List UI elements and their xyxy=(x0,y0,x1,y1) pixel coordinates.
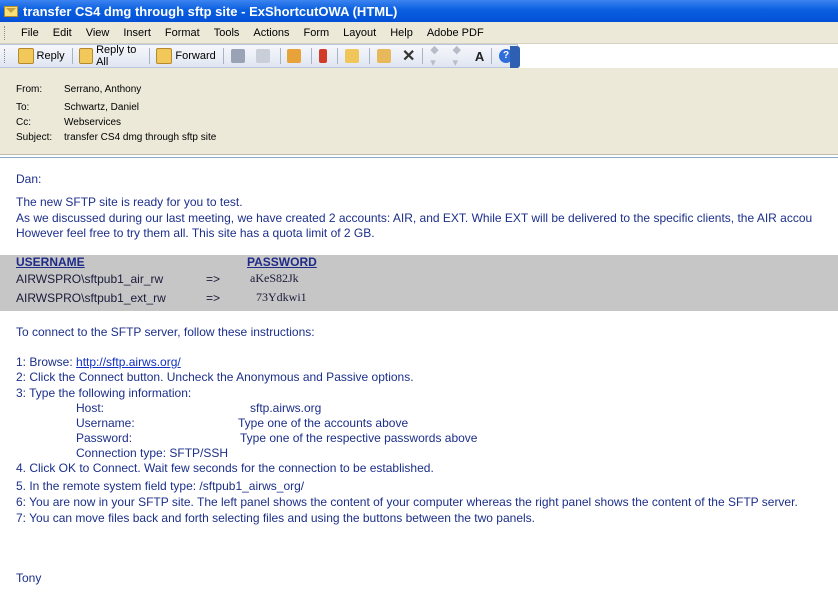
menu-format[interactable]: Format xyxy=(158,27,207,39)
reply-label: Reply xyxy=(36,50,65,62)
username-column-header: USERNAME xyxy=(16,255,85,269)
password-label: Password: xyxy=(76,431,133,445)
connect-intro: To connect to the SFTP server, follow th… xyxy=(16,325,315,339)
menu-actions[interactable]: Actions xyxy=(246,27,296,39)
menu-adobe-pdf[interactable]: Adobe PDF xyxy=(420,27,491,39)
folder-icon xyxy=(345,49,360,63)
menu-insert[interactable]: Insert xyxy=(116,27,158,39)
printer-icon xyxy=(230,49,245,63)
credential-arrow: => xyxy=(206,291,221,305)
to-label: To: xyxy=(16,102,30,113)
username-label: Username: xyxy=(76,416,135,430)
forward-label: Forward xyxy=(175,50,216,62)
window-titlebar: transfer CS4 dmg through sftp site - ExS… xyxy=(0,0,838,22)
font-size-button[interactable]: A xyxy=(471,46,488,66)
cc-label: Cc: xyxy=(16,117,31,128)
red-flag-icon xyxy=(319,49,328,63)
body-paragraph-1: The new SFTP site is ready for you to te… xyxy=(16,195,243,209)
step-2: 2: Click the Connect button. Uncheck the… xyxy=(16,370,414,384)
menu-form[interactable]: Form xyxy=(296,27,336,39)
credential-username: AIRWSPRO\sftpub1_ext_rw xyxy=(16,291,166,305)
from-label: From: xyxy=(16,84,43,95)
up-arrow-icon: ◆ ▾ xyxy=(430,44,439,69)
menu-tools[interactable]: Tools xyxy=(207,27,247,39)
step-1-text: 1: Browse: xyxy=(16,355,77,369)
toolbar-separator xyxy=(279,48,281,64)
delete-x-icon: ✕ xyxy=(401,48,416,65)
credential-password: 73Ydkwi1 xyxy=(256,290,307,304)
reply-icon xyxy=(17,48,34,64)
toolbar-separator xyxy=(222,48,224,64)
follow-up-button[interactable] xyxy=(315,46,334,66)
step-5: 5. In the remote system field type: /sft… xyxy=(16,479,305,493)
move-button[interactable] xyxy=(341,46,366,66)
credential-arrow: => xyxy=(206,272,221,286)
credentials-table: USERNAME PASSWORD AIRWSPRO\sftpub1_air_r… xyxy=(0,255,838,311)
step-4: 4. Click OK to Connect. Wait few seconds… xyxy=(16,461,434,475)
menu-layout[interactable]: Layout xyxy=(336,27,383,39)
forward-button[interactable]: Forward xyxy=(152,46,219,66)
toolbar-separator xyxy=(148,48,150,64)
reply-button[interactable]: Reply xyxy=(14,46,69,66)
body-paragraph-3: However feel free to try them all. This … xyxy=(16,226,375,240)
standard-toolbar: Reply Reply to All Forward ✕ ◆ ▾ ◆ ▾ A ? xyxy=(0,44,518,69)
credential-username: AIRWSPRO\sftpub1_air_rw xyxy=(16,272,164,286)
sftp-link[interactable]: http://sftp.airws.org/ xyxy=(76,355,181,369)
copy-button[interactable] xyxy=(252,46,277,66)
step-6: 6: You are now in your SFTP site. The le… xyxy=(16,495,798,509)
password-value: Type one of the respective passwords abo… xyxy=(240,431,478,445)
host-label: Host: xyxy=(76,401,105,415)
print-button[interactable] xyxy=(227,46,252,66)
toolbar-separator xyxy=(71,48,73,64)
step-1: 1: Browse: http://sftp.airws.org/ xyxy=(16,355,181,369)
down-arrow-icon: ◆ ▾ xyxy=(452,44,461,69)
next-item-button[interactable]: ◆ ▾ xyxy=(449,44,471,69)
to-value[interactable]: Schwartz, Daniel xyxy=(64,102,139,113)
categories-icon xyxy=(376,49,391,63)
menu-view[interactable]: View xyxy=(79,27,117,39)
reply-all-icon xyxy=(79,48,94,64)
username-value: Type one of the accounts above xyxy=(238,416,409,430)
toolbar-separator xyxy=(311,48,313,64)
reply-all-button[interactable]: Reply to All xyxy=(75,44,145,68)
cc-value[interactable]: Webservices xyxy=(64,117,121,128)
envelope-icon xyxy=(4,5,18,17)
password-column-header: PASSWORD xyxy=(247,255,317,269)
subject-label: Subject: xyxy=(16,132,53,143)
previous-item-button[interactable]: ◆ ▾ xyxy=(426,44,448,69)
toolbar-grip xyxy=(4,49,8,63)
mail-flag-icon xyxy=(287,49,302,63)
font-size-icon: A xyxy=(474,48,485,64)
message-body: Dan: The new SFTP site is ready for you … xyxy=(0,157,838,598)
menu-help[interactable]: Help xyxy=(383,27,420,39)
categorize-button[interactable] xyxy=(373,46,398,66)
body-paragraph-2: As we discussed during our last meeting,… xyxy=(16,211,813,225)
signature: Tony xyxy=(16,571,42,585)
toolbar-separator xyxy=(337,48,339,64)
toolbar-separator xyxy=(491,48,493,64)
step-7: 7: You can move files back and forth sel… xyxy=(16,511,536,525)
toolbar-separator xyxy=(369,48,370,64)
toolbar-overflow-chevron[interactable] xyxy=(510,46,520,68)
connection-type: Connection type: SFTP/SSH xyxy=(76,446,229,460)
forward-icon xyxy=(156,48,173,64)
from-value[interactable]: Serrano, Anthony xyxy=(64,84,141,95)
menubar-grip xyxy=(4,25,8,40)
flag-button[interactable] xyxy=(283,46,308,66)
menu-edit[interactable]: Edit xyxy=(46,27,79,39)
menu-bar: File Edit View Insert Format Tools Actio… xyxy=(0,22,838,44)
reply-all-label: Reply to All xyxy=(96,44,137,68)
menu-file[interactable]: File xyxy=(14,27,46,39)
step-3: 3: Type the following information: xyxy=(16,386,192,400)
greeting: Dan: xyxy=(16,172,42,186)
credential-password: aKeS82Jk xyxy=(250,271,299,285)
copy-icon xyxy=(255,49,270,63)
message-header: From: Serrano, Anthony To: Schwartz, Dan… xyxy=(0,68,838,155)
delete-button[interactable]: ✕ xyxy=(398,46,419,66)
host-value: sftp.airws.org xyxy=(250,401,322,415)
subject-value: transfer CS4 dmg through sftp site xyxy=(64,132,217,143)
toolbar-separator xyxy=(422,48,424,64)
window-title: transfer CS4 dmg through sftp site - ExS… xyxy=(23,3,398,19)
